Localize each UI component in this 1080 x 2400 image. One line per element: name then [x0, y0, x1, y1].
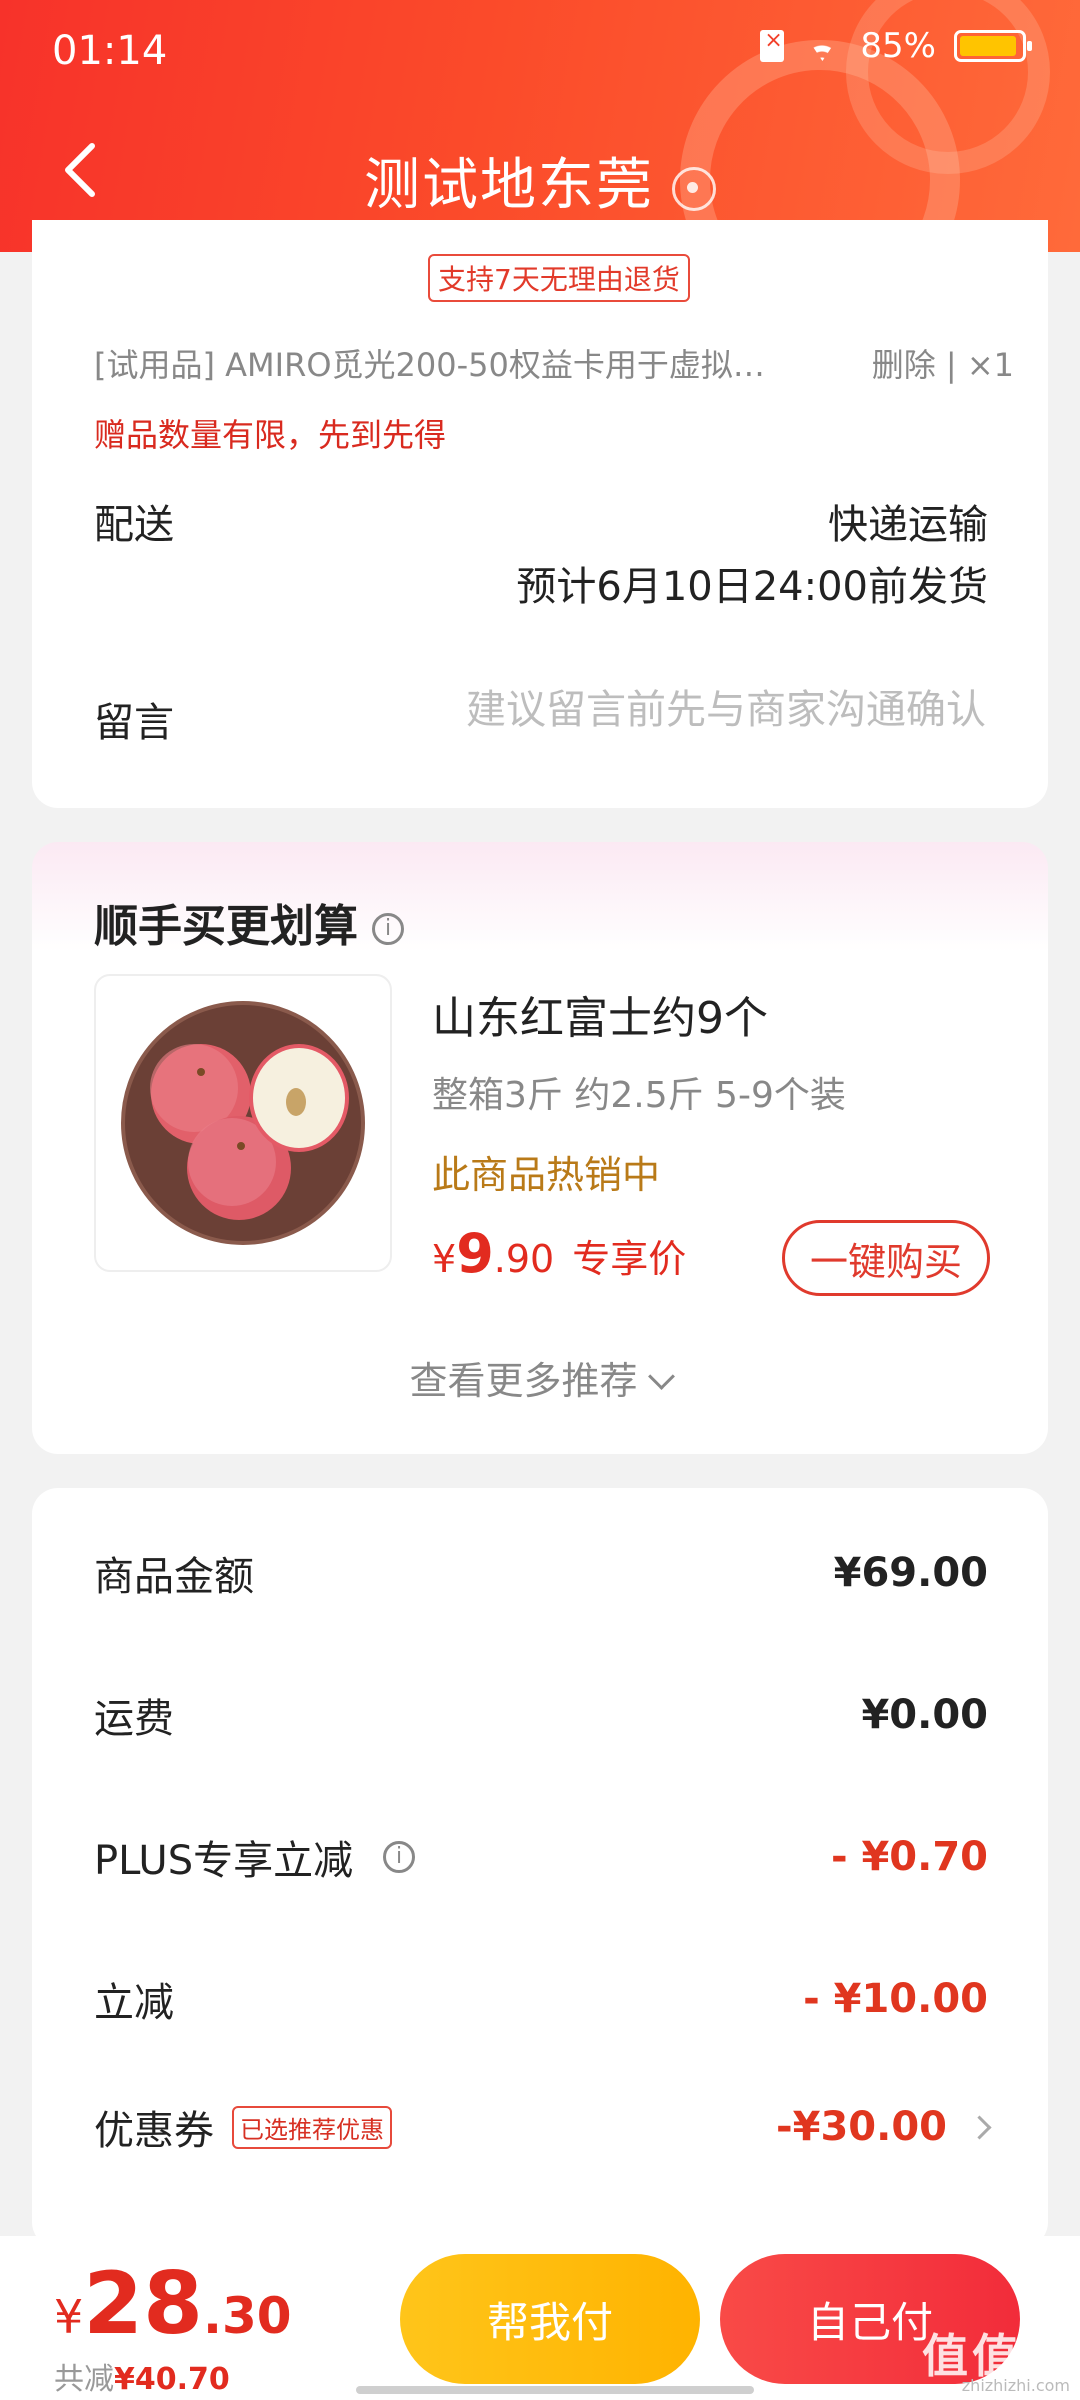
- recommend-card: 顺手买更划算 i 山东红富士约9个 整箱3斤 约2.5斤 5-9个装 此商品热销中…: [32, 842, 1048, 1454]
- battery-icon: [954, 30, 1032, 62]
- chevron-down-icon: [647, 1363, 675, 1390]
- price-currency: ¥: [432, 1237, 457, 1281]
- saved-label: 共减: [54, 2362, 114, 2397]
- fee-value: ¥69.00: [833, 1550, 988, 1596]
- battery-percent: 85%: [860, 26, 936, 66]
- checkout-bar: ¥28.30 共减¥40.70 帮我付 自己付: [0, 2236, 1080, 2400]
- chevron-right-icon: [967, 2114, 992, 2140]
- fee-value: - ¥0.70: [830, 1834, 988, 1880]
- product-price: ¥9.90 专享价: [432, 1222, 686, 1285]
- total-integer: 28: [83, 2254, 203, 2354]
- fee-label: 商品金额: [94, 1554, 254, 1600]
- fee-label: 优惠券: [94, 2108, 214, 2154]
- price-decimal: .90: [493, 1237, 555, 1281]
- recommend-title: 顺手买更划算 i: [94, 890, 404, 954]
- shipping-label: 配送: [94, 502, 174, 548]
- sim-icon: [760, 28, 785, 62]
- fee-row-plus: PLUS专享立减 i - ¥0.70: [94, 1828, 988, 1886]
- trial-item-name: [试用品] AMIRO觅光200-50权益卡用于虚拟…: [94, 346, 765, 384]
- location-pin-icon[interactable]: [672, 166, 716, 211]
- fee-row-discount: 立减 - ¥10.00: [94, 1970, 988, 2028]
- total-currency: ¥: [54, 2290, 84, 2344]
- page-title[interactable]: 测试地东莞: [0, 140, 1080, 221]
- message-label: 留言: [94, 700, 174, 746]
- total-price: ¥28.30: [54, 2254, 292, 2354]
- shipping-method: 快递运输: [828, 502, 988, 548]
- price-tag: 专享价: [572, 1237, 687, 1281]
- fee-row-shipping: 运费 ¥0.00: [94, 1686, 988, 1744]
- info-icon[interactable]: i: [383, 1841, 416, 1873]
- gift-limit-note: 赠品数量有限，先到先得: [94, 416, 447, 454]
- price-breakdown-card: 商品金额 ¥69.00 运费 ¥0.00 PLUS专享立减 i - ¥0.70 立…: [32, 1488, 1048, 2248]
- fee-label: 立减: [94, 1980, 174, 2026]
- fee-label: 运费: [94, 1696, 174, 1742]
- help-pay-button[interactable]: 帮我付: [400, 2254, 700, 2384]
- order-card: 支持7天无理由退货 [试用品] AMIRO觅光200-50权益卡用于虚拟… 删除…: [32, 220, 1048, 808]
- more-recommendations-link[interactable]: 查看更多推荐: [32, 1350, 1048, 1405]
- trial-item-row: [试用品] AMIRO觅光200-50权益卡用于虚拟… 删除 | ×1: [94, 340, 1014, 386]
- total-decimal: .30: [202, 2287, 292, 2345]
- product-name[interactable]: 山东红富士约9个: [432, 982, 768, 1046]
- page-title-text: 测试地东莞: [364, 153, 654, 218]
- shipping-eta: 预计6月10日24:00前发货: [516, 564, 988, 610]
- return-policy-badge: 支持7天无理由退货: [428, 254, 690, 302]
- product-spec: 整箱3斤 约2.5斤 5-9个装: [432, 1075, 846, 1116]
- saved-value: ¥40.70: [114, 2362, 230, 2397]
- status-icons: 85%: [760, 26, 1032, 66]
- fee-value: ¥0.00: [861, 1692, 988, 1738]
- header-bar: 01:14 85% 测试地东莞: [0, 0, 1080, 252]
- watermark-url: zhizhizhi.com: [961, 2376, 1070, 2395]
- message-input[interactable]: [384, 686, 988, 734]
- fee-value: - ¥10.00: [803, 1976, 988, 2022]
- more-recommendations-label: 查看更多推荐: [409, 1359, 638, 1403]
- fee-value: -¥30.00: [776, 2104, 947, 2150]
- one-click-buy-button[interactable]: 一键购买: [782, 1220, 990, 1296]
- coupon-badge: 已选推荐优惠: [232, 2105, 392, 2149]
- status-time: 01:14: [52, 28, 168, 74]
- fee-label: PLUS专享立减: [94, 1838, 354, 1884]
- wifi-icon: [802, 31, 842, 61]
- home-indicator[interactable]: [356, 2386, 754, 2394]
- fee-row-coupon[interactable]: 优惠券 已选推荐优惠 -¥30.00: [94, 2098, 992, 2156]
- product-hot-label: 此商品热销中: [432, 1153, 661, 1197]
- price-integer: 9: [456, 1222, 494, 1285]
- recommend-title-text: 顺手买更划算: [94, 901, 358, 952]
- fee-row-goods: 商品金额 ¥69.00: [94, 1544, 988, 1602]
- trial-item-actions[interactable]: 删除 | ×1: [872, 340, 1014, 386]
- info-icon[interactable]: i: [372, 913, 404, 945]
- total-saved: 共减¥40.70: [54, 2354, 230, 2398]
- product-image[interactable]: [94, 974, 392, 1272]
